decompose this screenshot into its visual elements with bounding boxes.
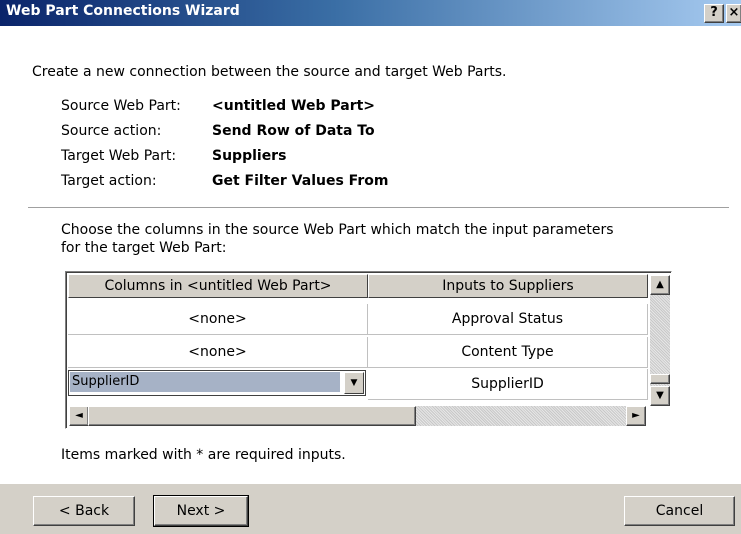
- window-title: Web Part Connections Wizard: [6, 3, 240, 19]
- help-button[interactable]: ?: [704, 4, 724, 23]
- target-action-label: Target action:: [61, 173, 157, 189]
- grid-header-source[interactable]: Columns in <untitled Web Part>: [68, 274, 368, 298]
- help-icon: ?: [710, 5, 718, 20]
- next-button[interactable]: Next >: [153, 495, 249, 527]
- back-button[interactable]: < Back: [33, 496, 135, 526]
- vertical-scroll-thumb[interactable]: [650, 374, 670, 384]
- source-web-part-label: Source Web Part:: [61, 98, 181, 114]
- source-action-value: Send Row of Data To: [212, 123, 375, 139]
- chevron-down-icon: ▼: [350, 378, 358, 388]
- dropdown-selected-value: SupplierID: [70, 372, 340, 392]
- source-column-dropdown[interactable]: SupplierID ▼: [68, 370, 366, 396]
- instructions-line-1: Choose the columns in the source Web Par…: [61, 222, 614, 238]
- intro-text: Create a new connection between the sour…: [32, 64, 507, 80]
- target-web-part-value: Suppliers: [212, 148, 287, 164]
- cancel-button[interactable]: Cancel: [624, 496, 735, 526]
- dropdown-arrow-button[interactable]: ▼: [344, 372, 364, 394]
- horizontal-scroll-thumb[interactable]: [88, 406, 416, 426]
- scroll-right-button[interactable]: ►: [626, 406, 646, 426]
- arrow-up-icon: ▲: [656, 279, 664, 290]
- scroll-left-button[interactable]: ◄: [69, 406, 89, 426]
- target-web-part-label: Target Web Part:: [61, 148, 177, 164]
- source-web-part-value: <untitled Web Part>: [212, 98, 376, 114]
- close-icon: ×: [728, 5, 740, 20]
- arrow-right-icon: ►: [632, 410, 640, 421]
- grid-cell-target: Content Type: [368, 337, 648, 368]
- grid-cell-target: Approval Status: [368, 304, 648, 335]
- close-button[interactable]: ×: [726, 4, 741, 23]
- title-bar: Web Part Connections Wizard ? ×: [0, 0, 741, 26]
- target-action-value: Get Filter Values From: [212, 173, 389, 189]
- grid-cell-source[interactable]: <none>: [68, 304, 368, 335]
- separator: [28, 207, 729, 208]
- dialog-body: Create a new connection between the sour…: [0, 26, 741, 534]
- grid-header-target[interactable]: Inputs to Suppliers: [368, 274, 648, 298]
- required-note: Items marked with * are required inputs.: [61, 447, 346, 463]
- instructions-line-2: for the target Web Part:: [61, 240, 227, 256]
- scroll-up-button[interactable]: ▲: [650, 275, 670, 295]
- source-action-label: Source action:: [61, 123, 162, 139]
- arrow-down-icon: ▼: [656, 390, 664, 401]
- grid-cell-source[interactable]: <none>: [68, 337, 368, 368]
- arrow-left-icon: ◄: [75, 410, 83, 421]
- grid-cell-target: SupplierID: [368, 369, 648, 400]
- scroll-down-button[interactable]: ▼: [650, 386, 670, 406]
- column-mapping-grid[interactable]: Columns in <untitled Web Part> Inputs to…: [65, 271, 672, 429]
- horizontal-scrollbar-track[interactable]: [416, 406, 626, 426]
